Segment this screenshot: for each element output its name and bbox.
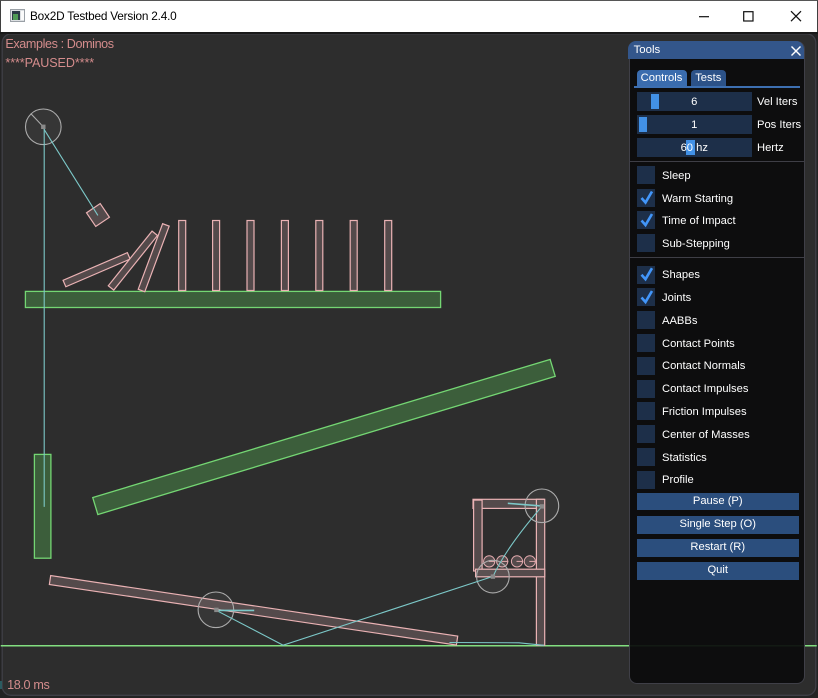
svg-text:Examples : Dominos: Examples : Dominos <box>5 37 113 51</box>
svg-text:18.0 ms: 18.0 ms <box>7 678 49 692</box>
svg-text:****PAUSED****: ****PAUSED**** <box>5 56 94 70</box>
